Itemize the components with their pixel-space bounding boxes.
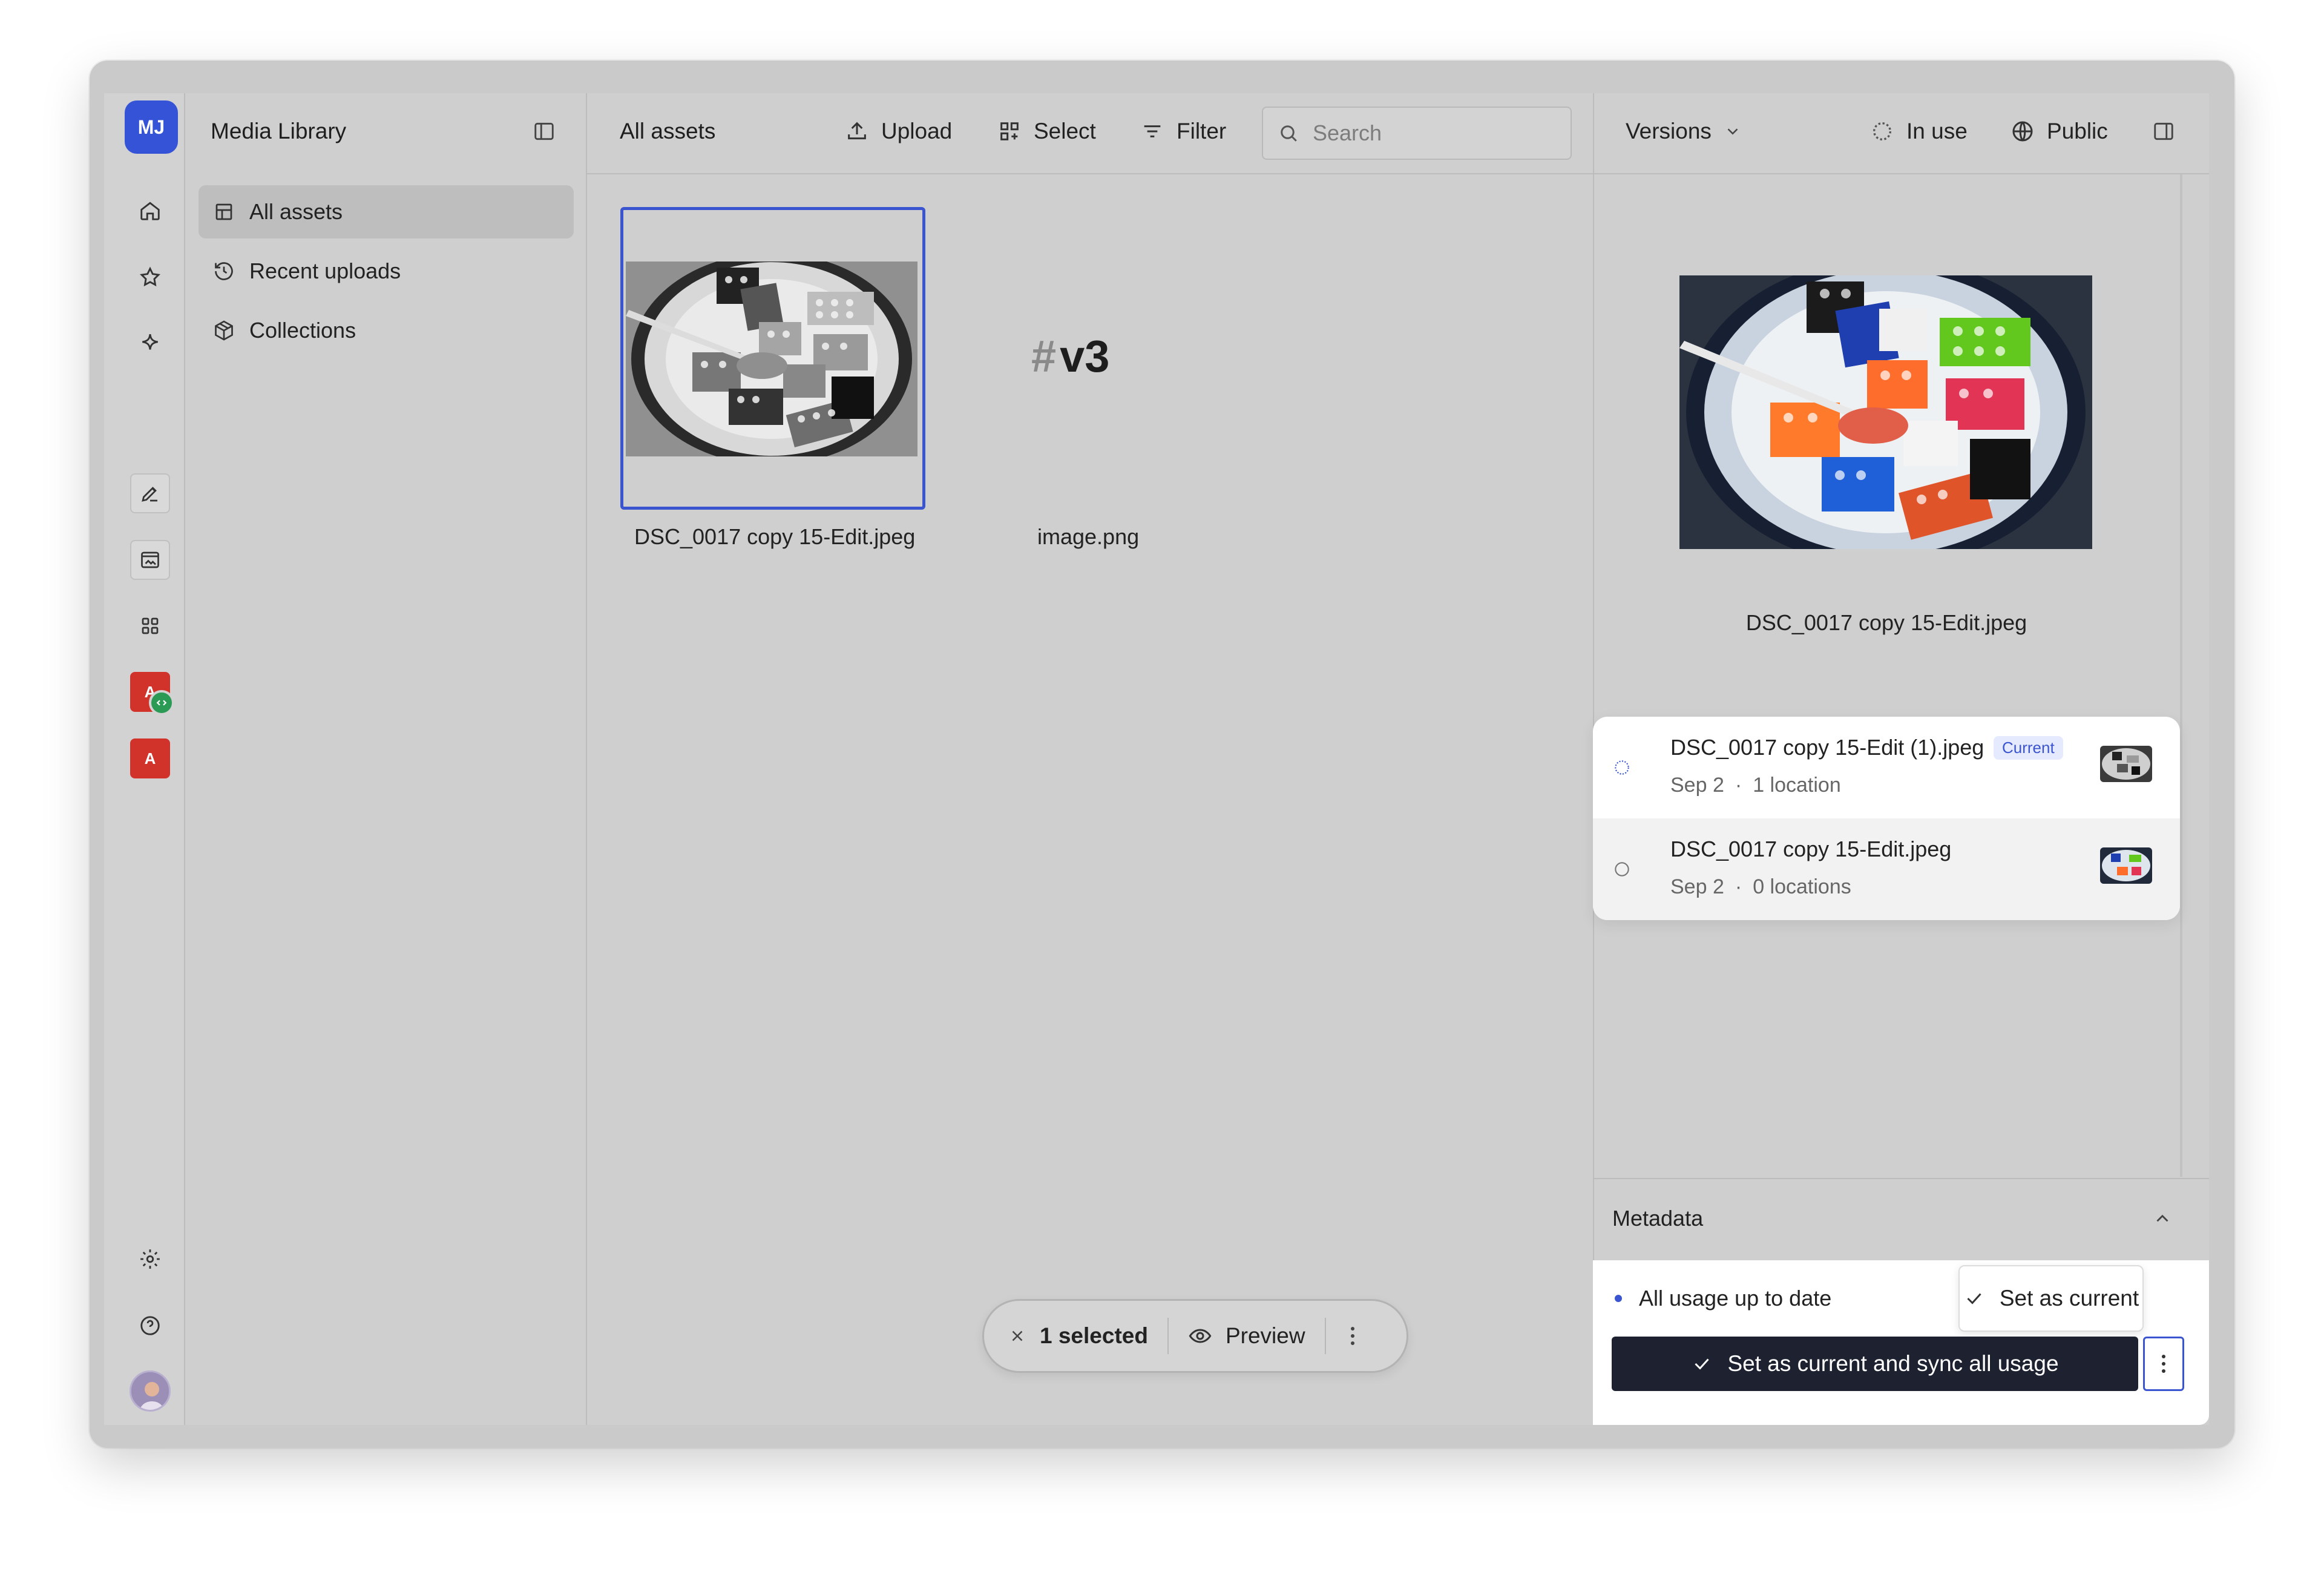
search-icon bbox=[1278, 122, 1299, 144]
select-label: Select bbox=[1034, 119, 1096, 143]
clear-selection-icon[interactable] bbox=[1008, 1327, 1026, 1345]
version-meta: Sep 2 · 0 locations bbox=[1670, 875, 1851, 898]
settings-icon[interactable] bbox=[125, 1234, 176, 1284]
user-avatar[interactable] bbox=[130, 1370, 171, 1412]
public-button[interactable]: Public bbox=[2011, 119, 2108, 144]
check-icon bbox=[1963, 1288, 1985, 1309]
radio-icon bbox=[1612, 860, 1632, 879]
image-text-preview[interactable]: # v3 bbox=[1031, 331, 1109, 382]
usage-status-text: All usage up to date bbox=[1639, 1286, 1832, 1311]
set-current-sync-button[interactable]: Set as current and sync all usage bbox=[1612, 1337, 2138, 1391]
panel-scrollbar[interactable] bbox=[2180, 174, 2182, 1177]
versions-label: Versions bbox=[1626, 119, 1712, 143]
filter-label: Filter bbox=[1177, 119, 1227, 143]
status-dot bbox=[1615, 1295, 1622, 1302]
preview-label: Preview bbox=[1225, 1323, 1305, 1348]
grid-icon bbox=[213, 201, 235, 223]
sidebar-item-recent-uploads[interactable]: Recent uploads bbox=[199, 245, 574, 298]
divider bbox=[1167, 1318, 1169, 1354]
toggle-panel-icon[interactable] bbox=[2152, 120, 2175, 143]
version-date: Sep 2 bbox=[1670, 774, 1724, 797]
set-current-sync-label: Set as current and sync all usage bbox=[1727, 1351, 2059, 1376]
sync-badge-icon bbox=[149, 690, 174, 715]
loading-radio-icon bbox=[1612, 758, 1632, 777]
grid-icon[interactable] bbox=[125, 600, 176, 651]
hash-symbol: # bbox=[1031, 331, 1057, 381]
version-row[interactable]: DSC_0017 copy 15-Edit.jpeg Sep 2 · 0 locat… bbox=[1593, 818, 2180, 920]
eye-icon bbox=[1188, 1324, 1212, 1348]
search-placeholder: Search bbox=[1313, 120, 1382, 145]
version-filename: DSC_0017 copy 15-Edit (1).jpeg bbox=[1670, 735, 1984, 760]
sidebar-item-label: All assets bbox=[249, 199, 343, 224]
filter-icon bbox=[1140, 119, 1164, 143]
check-icon bbox=[1691, 1353, 1713, 1375]
selected-count: 1 selected bbox=[1040, 1323, 1148, 1348]
metadata-label: Metadata bbox=[1612, 1206, 1704, 1231]
asset-preview-image bbox=[1679, 275, 2092, 549]
version-date: Sep 2 bbox=[1670, 875, 1724, 898]
divider bbox=[1324, 1318, 1326, 1354]
collapse-sidebar-icon[interactable] bbox=[533, 120, 556, 143]
sidebar-item-label: Collections bbox=[249, 318, 356, 343]
upload-icon bbox=[845, 119, 869, 143]
chevron-down-icon bbox=[1724, 122, 1742, 140]
version-locations: 1 location bbox=[1753, 774, 1841, 797]
in-use-label: In use bbox=[1906, 119, 1968, 143]
current-badge: Current bbox=[1994, 736, 2063, 760]
version-row[interactable]: DSC_0017 copy 15-Edit (1).jpeg Current S… bbox=[1593, 717, 2180, 818]
sidebar-item-collections[interactable]: Collections bbox=[199, 304, 574, 357]
globe-icon bbox=[2011, 119, 2035, 143]
sidebar-item-all-assets[interactable]: All assets bbox=[199, 185, 574, 238]
sparkle-icon[interactable] bbox=[125, 318, 176, 369]
selection-bar: 1 selected Preview bbox=[982, 1299, 1408, 1373]
filter-button[interactable]: Filter bbox=[1140, 119, 1226, 144]
pen-icon[interactable] bbox=[130, 473, 170, 513]
preview-button[interactable]: Preview bbox=[1188, 1323, 1305, 1349]
image-window-icon[interactable] bbox=[130, 540, 170, 580]
star-icon[interactable] bbox=[125, 252, 176, 303]
asset-thumbnail-grayscale bbox=[626, 262, 917, 456]
more-actions-icon[interactable] bbox=[1345, 1324, 1360, 1348]
chevron-up-icon bbox=[2152, 1208, 2173, 1229]
asset-name: image.png bbox=[1037, 524, 1140, 549]
version-filename: DSC_0017 copy 15-Edit.jpeg bbox=[1670, 837, 1952, 861]
in-use-button[interactable]: In use bbox=[1870, 119, 1968, 144]
upload-label: Upload bbox=[881, 119, 953, 143]
history-icon bbox=[213, 260, 235, 282]
asset-card-selected[interactable] bbox=[620, 207, 925, 510]
loading-ring-icon bbox=[1870, 119, 1894, 143]
metadata-section-header[interactable]: Metadata bbox=[1593, 1178, 2209, 1259]
workspace-avatar[interactable]: MJ bbox=[125, 100, 178, 154]
help-icon[interactable] bbox=[125, 1300, 176, 1351]
page-title: All assets bbox=[620, 119, 716, 143]
preview-filename: DSC_0017 copy 15-Edit.jpeg bbox=[1745, 610, 2027, 635]
select-icon bbox=[997, 119, 1022, 143]
version-locations: 0 locations bbox=[1753, 875, 1851, 898]
home-icon[interactable] bbox=[125, 185, 176, 236]
public-label: Public bbox=[2047, 119, 2108, 143]
app-a-secondary-button[interactable]: A bbox=[130, 738, 170, 778]
vertical-dots-icon bbox=[2160, 1352, 2167, 1376]
more-options-button[interactable] bbox=[2143, 1337, 2184, 1391]
version-text: v3 bbox=[1060, 331, 1110, 381]
version-thumbnail bbox=[2100, 746, 2152, 782]
versions-dropdown[interactable]: Versions bbox=[1626, 119, 1742, 144]
sidebar-title: Media Library bbox=[211, 119, 347, 143]
set-current-label: Set as current bbox=[1999, 1286, 2139, 1311]
version-thumbnail bbox=[2100, 847, 2152, 884]
asset-name: DSC_0017 copy 15-Edit.jpeg bbox=[634, 524, 916, 549]
set-as-current-button[interactable]: Set as current bbox=[1958, 1265, 2144, 1332]
upload-button[interactable]: Upload bbox=[845, 119, 952, 144]
select-button[interactable]: Select bbox=[997, 119, 1096, 144]
box-icon bbox=[213, 320, 235, 341]
sidebar-item-label: Recent uploads bbox=[249, 258, 401, 283]
search-input[interactable]: Search bbox=[1262, 107, 1572, 160]
version-meta: Sep 2 · 1 location bbox=[1670, 774, 1841, 797]
